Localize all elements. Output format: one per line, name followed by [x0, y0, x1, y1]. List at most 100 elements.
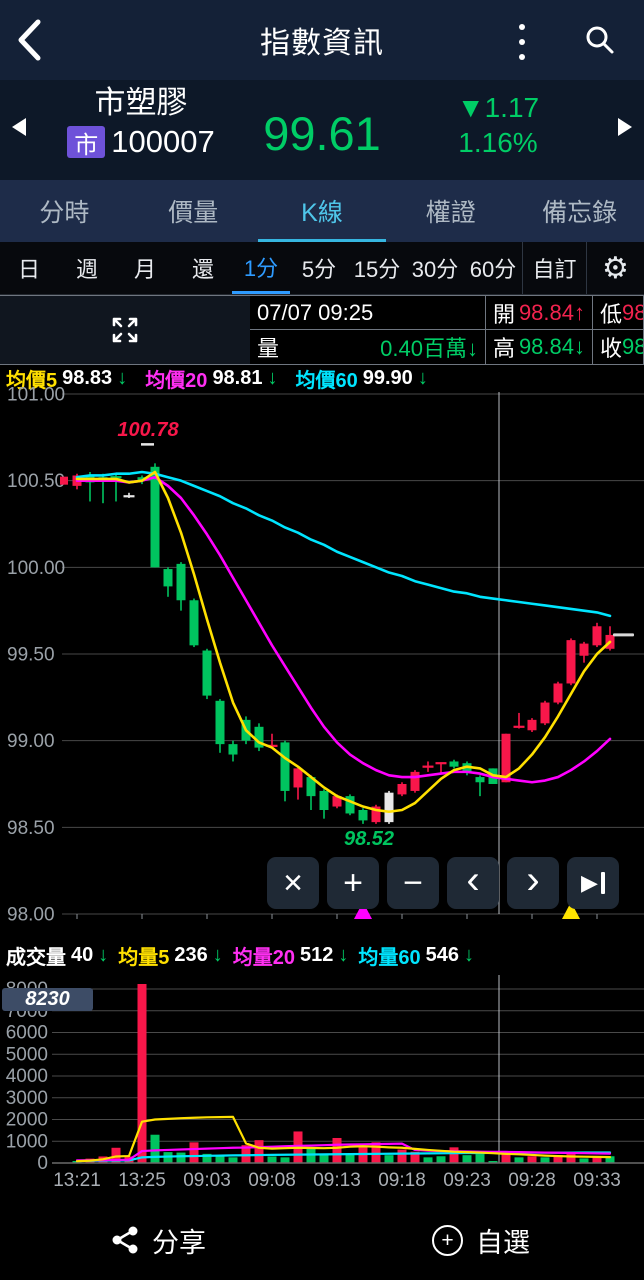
candle-datetime: 07/07 09:25	[250, 296, 486, 330]
vma20-arrow: ↓	[338, 943, 349, 966]
zoom-in-button[interactable]: +	[327, 857, 379, 909]
volume-label: 成交量	[6, 946, 66, 969]
price-ma-legend: 均價5 98.83 ↓ 均價20 98.81 ↓ 均價60 99.90 ↓	[0, 365, 644, 392]
ma60-value: 99.90	[362, 367, 413, 389]
volume-cell: 量 0.40百萬↓	[250, 330, 486, 364]
zoom-out-button[interactable]: −	[387, 857, 439, 909]
watchlist-label: 自選	[476, 1227, 530, 1258]
bottom-bar: 分享 + 自選	[0, 1200, 644, 1280]
settings-gear-icon[interactable]: ⚙	[586, 242, 644, 294]
symbol-code: 100007	[111, 124, 215, 159]
high-cell: 高 98.84↓	[486, 330, 593, 364]
close-cell: 收98.75↓	[593, 330, 644, 364]
vma20-label: 均量20	[232, 946, 295, 969]
tab-warrants[interactable]: 權證	[386, 180, 515, 242]
svg-text:1000: 1000	[6, 1131, 48, 1152]
change-percent: 1.16%	[458, 127, 538, 158]
expand-chart-button[interactable]	[0, 296, 250, 364]
low-cell: 低98.75↑	[593, 296, 644, 330]
ohlc-info-table: 07/07 09:25 開98.84↑ 低98.75↑ 量0.40百萬↓ 高98…	[0, 295, 644, 365]
close-value: 98.75↓	[622, 334, 643, 359]
high-value: 98.84↓	[518, 334, 585, 359]
step-next-button[interactable]: ›	[507, 857, 559, 909]
vma5-value: 236	[174, 943, 208, 966]
svg-text:09:08: 09:08	[248, 1170, 296, 1191]
svg-text:13:25: 13:25	[118, 1170, 166, 1191]
svg-text:101.00: 101.00	[7, 385, 65, 406]
period-adjusted[interactable]: 還	[174, 242, 232, 294]
svg-text:98.50: 98.50	[7, 818, 55, 839]
volume-highlight-badge: 8230	[2, 988, 93, 1011]
symbol-name: 市塑膠	[94, 85, 188, 120]
period-1min[interactable]: 1分	[232, 242, 290, 294]
main-tabs: 分時 價量 K線 權證 備忘錄	[0, 180, 644, 242]
ma20-value: 98.81	[212, 367, 263, 389]
tab-intraday[interactable]: 分時	[0, 180, 129, 242]
volume-ma-legend: 成交量 40 ↓ 均量5 236 ↓ 均量20 512 ↓ 均量60 546 ↓	[0, 935, 644, 975]
ma5-arrow: ↓	[117, 367, 128, 389]
volume-chart[interactable]: 80007000600050004000300020001000013:2113…	[0, 975, 644, 1200]
svg-text:0: 0	[37, 1153, 48, 1174]
period-5min[interactable]: 5分	[290, 242, 348, 294]
period-month[interactable]: 月	[116, 242, 174, 294]
change-value: ▼1.17	[456, 92, 540, 123]
svg-text:09:33: 09:33	[573, 1170, 621, 1191]
period-custom[interactable]: 自訂	[522, 242, 586, 294]
period-15min[interactable]: 15分	[348, 242, 406, 294]
jump-to-latest-button[interactable]: ▶	[567, 857, 619, 909]
svg-text:09:13: 09:13	[313, 1170, 361, 1191]
chart-controls: × + − ‹ › ▶	[267, 857, 619, 909]
svg-text:2000: 2000	[6, 1110, 48, 1131]
top-bar: 指數資訊	[0, 0, 644, 80]
period-day[interactable]: 日	[0, 242, 58, 294]
symbol-block: 市塑膠 市 100007	[56, 86, 226, 160]
share-label: 分享	[152, 1227, 206, 1258]
tab-kline[interactable]: K線	[257, 180, 387, 242]
step-prev-button[interactable]: ‹	[447, 857, 499, 909]
market-badge: 市	[67, 126, 106, 159]
share-icon	[112, 1226, 138, 1254]
quote-header: 市塑膠 市 100007 99.61 ▼1.17 1.16%	[0, 80, 644, 180]
open-cell: 開 98.84↑	[486, 296, 593, 330]
vma20-value: 512	[300, 943, 334, 966]
volume-value: 0.40百萬↓	[380, 336, 478, 361]
expand-icon	[112, 317, 138, 343]
svg-text:4000: 4000	[6, 1066, 48, 1087]
share-button[interactable]: 分享	[112, 1200, 206, 1280]
volume-arrow: ↓	[98, 943, 109, 966]
svg-text:98.52: 98.52	[344, 828, 394, 850]
svg-text:3000: 3000	[6, 1088, 48, 1109]
ma60-label: 均價60	[295, 370, 358, 392]
tab-price-volume[interactable]: 價量	[129, 180, 258, 242]
svg-text:09:28: 09:28	[508, 1170, 556, 1191]
ma20-arrow: ↓	[267, 367, 278, 389]
open-value: 98.84↑	[518, 299, 585, 325]
svg-text:99.50: 99.50	[7, 645, 55, 666]
plus-circle-icon: +	[432, 1224, 463, 1256]
search-icon[interactable]	[584, 24, 616, 56]
volume-chart-svg: 80007000600050004000300020001000013:2113…	[6, 975, 644, 1191]
period-60min[interactable]: 60分	[464, 242, 522, 294]
svg-text:13:21: 13:21	[53, 1170, 101, 1191]
tab-memo[interactable]: 備忘錄	[515, 180, 644, 242]
vma5-label: 均量5	[118, 946, 170, 969]
close-crosshair-button[interactable]: ×	[267, 857, 319, 909]
change-block: ▼1.17 1.16%	[446, 90, 550, 160]
ma60-arrow: ↓	[417, 367, 428, 389]
ma5-value: 98.83	[62, 367, 113, 389]
volume-value: 40	[71, 943, 94, 966]
price-chart-svg: 101.00 100.50 100.00 99.50 99.00 98.50 98.00 10…	[7, 385, 644, 926]
svg-text:5000: 5000	[6, 1044, 48, 1065]
vma60-label: 均量60	[358, 946, 421, 969]
period-week[interactable]: 週	[58, 242, 116, 294]
more-menu-icon[interactable]	[512, 22, 532, 62]
svg-text:09:18: 09:18	[378, 1170, 426, 1191]
prev-symbol-arrow-icon[interactable]	[12, 118, 26, 136]
page-title: 指數資訊	[260, 27, 384, 60]
svg-text:99.00: 99.00	[7, 731, 55, 752]
vma5-arrow: ↓	[212, 943, 223, 966]
period-30min[interactable]: 30分	[406, 242, 464, 294]
add-watchlist-button[interactable]: + 自選	[432, 1200, 530, 1280]
price-chart[interactable]: 101.00 100.50 100.00 99.50 99.00 98.50 98.00 10…	[0, 385, 644, 935]
next-symbol-arrow-icon[interactable]	[618, 118, 632, 136]
